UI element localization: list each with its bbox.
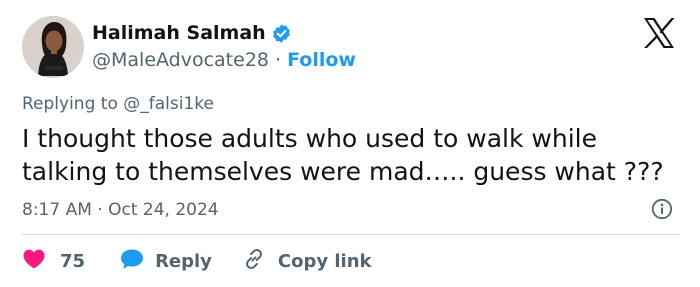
reply-label: Reply: [155, 250, 212, 272]
verified-badge-icon: [271, 23, 292, 44]
copy-link-button[interactable]: Copy link: [242, 247, 372, 276]
replying-to-mention[interactable]: @_falsi1ke: [123, 94, 214, 114]
avatar[interactable]: [22, 16, 84, 78]
user-handle[interactable]: @MaleAdvocate28: [92, 48, 269, 72]
follow-button[interactable]: Follow: [287, 48, 356, 72]
tweet-text: I thought those adults who used to walk …: [22, 124, 664, 186]
meta-separator: ·: [91, 200, 109, 220]
separator-dot: ·: [275, 49, 282, 71]
action-bar: 75 Reply Copy link: [22, 248, 372, 274]
speech-bubble-icon: [119, 247, 145, 276]
tweet-date: Oct 24, 2024: [108, 200, 219, 220]
profile-photo-icon: [22, 16, 84, 78]
replying-to-prefix: Replying to: [22, 94, 124, 114]
reply-button[interactable]: Reply: [119, 247, 212, 276]
replying-to-context: Replying to @_falsi1ke: [22, 93, 214, 115]
timestamp[interactable]: 8:17 AM · Oct 24, 2024: [22, 199, 219, 221]
handle-row: @MaleAdvocate28 · Follow: [92, 48, 356, 72]
x-logo-icon[interactable]: [642, 17, 676, 49]
divider: [22, 234, 679, 235]
tweet-time: 8:17 AM: [22, 200, 92, 220]
link-icon: [242, 247, 266, 276]
copy-link-label: Copy link: [277, 250, 372, 272]
like-count: 75: [60, 250, 86, 272]
info-icon[interactable]: [651, 198, 673, 220]
tweet-card: Halimah Salmah @MaleAdvocate28 · Follow …: [0, 0, 700, 287]
display-name[interactable]: Halimah Salmah: [92, 21, 266, 45]
like-button[interactable]: 75: [22, 248, 85, 275]
name-row: Halimah Salmah: [92, 21, 292, 45]
heart-icon: [22, 248, 46, 275]
